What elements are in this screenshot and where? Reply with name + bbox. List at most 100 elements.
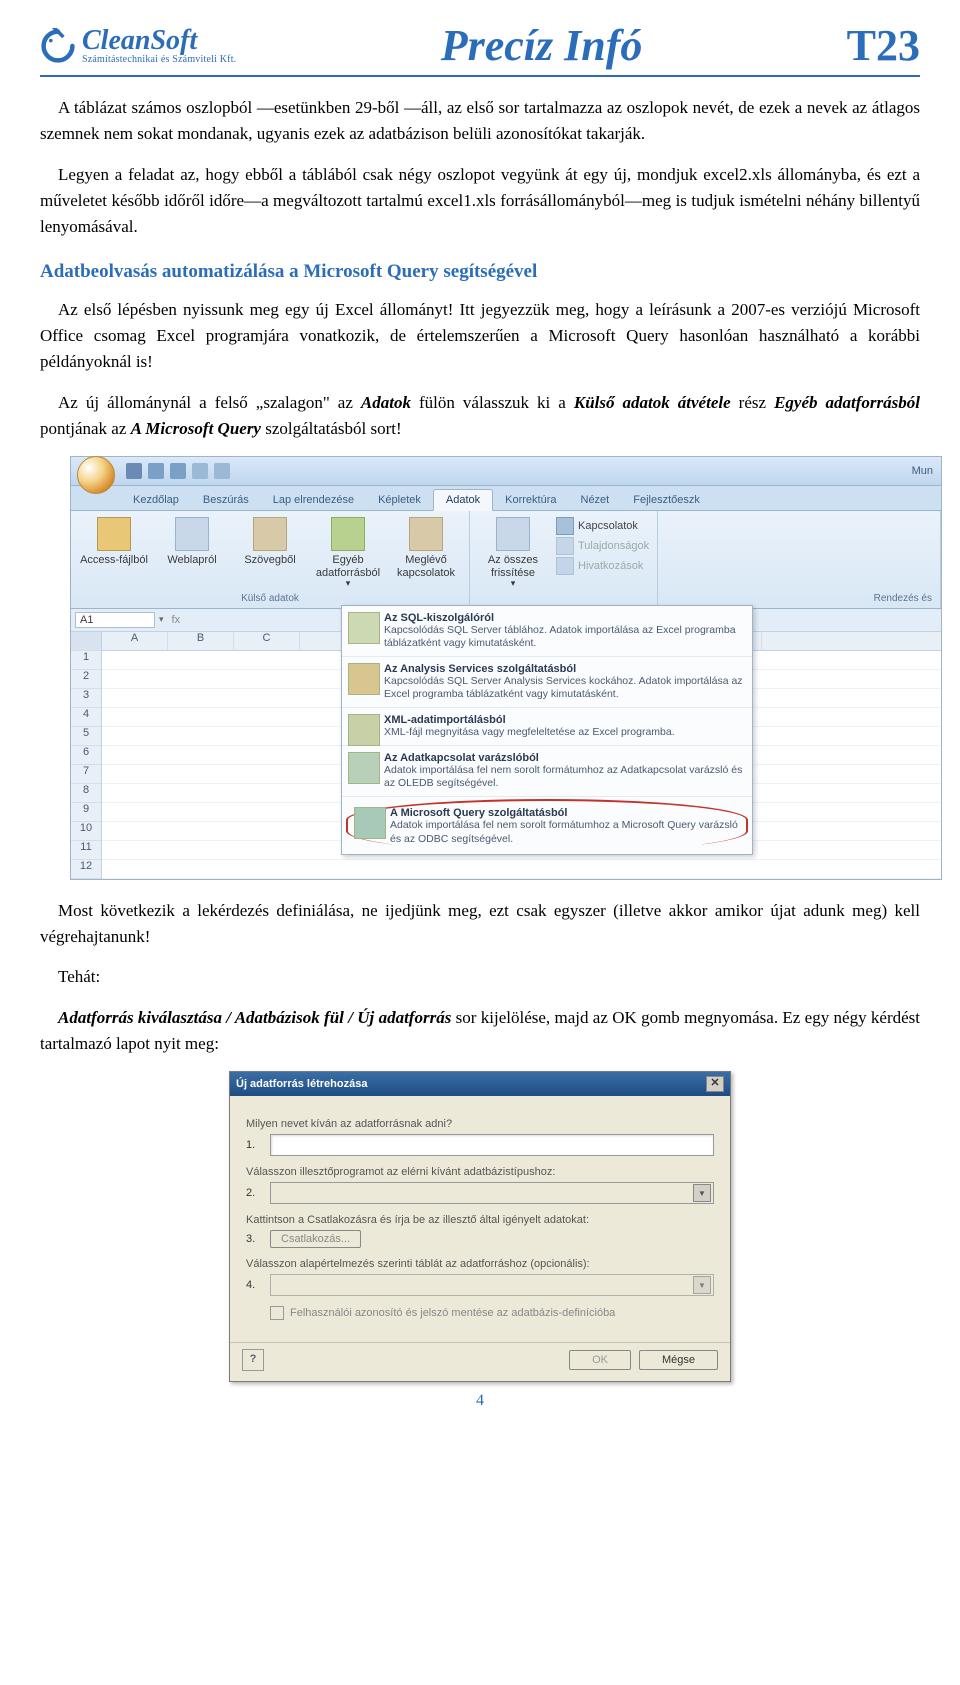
col-header[interactable]: A: [102, 632, 168, 650]
page-header: CleanSoft Számítástechnikai és Számvitel…: [40, 20, 920, 77]
checkbox-icon: [270, 1306, 284, 1320]
close-button[interactable]: ✕: [706, 1076, 724, 1092]
question-2: Válasszon illesztőprogramot az elérni kí…: [246, 1166, 714, 1178]
btn-szovegbol[interactable]: Szövegből: [235, 517, 305, 588]
ok-button[interactable]: OK: [569, 1350, 631, 1370]
btn-az-osszes-frissitese[interactable]: Az összes frissítése▾: [478, 517, 548, 603]
name-box[interactable]: A1: [75, 612, 155, 628]
row-header[interactable]: 1: [71, 651, 101, 670]
dropdown-icon[interactable]: ▾: [159, 614, 164, 625]
tab-fejlesztoeszk[interactable]: Fejlesztőeszk: [621, 490, 712, 510]
ribbon-tabbar: Kezdőlap Beszúrás Lap elrendezése Képlet…: [71, 486, 941, 511]
datasource-icon: [348, 612, 380, 644]
save-credentials-checkbox[interactable]: Felhasználói azonosító és jelszó mentése…: [270, 1306, 714, 1320]
btn-meglevo-kapcsolatok[interactable]: Meglévő kapcsolatok: [391, 517, 461, 588]
tab-adatok[interactable]: Adatok: [433, 489, 493, 511]
row-header[interactable]: 12: [71, 860, 101, 879]
step-number: 1.: [246, 1139, 260, 1151]
step-number: 3.: [246, 1233, 260, 1245]
col-header[interactable]: B: [168, 632, 234, 650]
ribbon: Access-fájlból Weblapról Szövegből Egyéb…: [71, 511, 941, 608]
row-header[interactable]: 7: [71, 765, 101, 784]
tab-beszuras[interactable]: Beszúrás: [191, 490, 261, 510]
qat-icon[interactable]: [192, 463, 208, 479]
ribbon-group-kulso-adatok: Access-fájlból Weblapról Szövegből Egyéb…: [71, 511, 470, 607]
chevron-down-icon: ▼: [693, 1276, 711, 1294]
chevron-down-icon: ▼: [693, 1184, 711, 1202]
col-header[interactable]: C: [234, 632, 300, 650]
paragraph: Az első lépésben nyissunk meg egy új Exc…: [40, 297, 920, 376]
dd-item-ms-query[interactable]: A Microsoft Query szolgáltatásból Adatok…: [346, 799, 748, 851]
egyeb-adatforras-dropdown: Az SQL-kiszolgálóról Kapcsolódás SQL Ser…: [341, 605, 753, 855]
paragraph: Most következik a lekérdezés definiálása…: [40, 898, 920, 951]
datasource-icon: [348, 714, 380, 746]
row-header[interactable]: 5: [71, 727, 101, 746]
row-header[interactable]: 10: [71, 822, 101, 841]
datasource-icon: [348, 752, 380, 784]
section-heading: Adatbeolvasás automatizálása a Microsoft…: [40, 261, 920, 283]
btn-tulajdonsagok[interactable]: Tulajdonságok: [556, 537, 649, 555]
window-title-frag: Mun: [912, 465, 941, 477]
brand-subtitle: Számítástechnikai és Számviteli Kft.: [82, 55, 236, 65]
brand-name: CleanSoft: [82, 27, 236, 55]
chevron-down-icon: ▾: [511, 579, 516, 589]
question-3: Kattintson a Csatlakozásra és írja be az…: [246, 1214, 714, 1226]
page-number: 4: [40, 1392, 920, 1410]
btn-access-fajlbol[interactable]: Access-fájlból: [79, 517, 149, 588]
driver-select[interactable]: ▼: [270, 1182, 714, 1204]
group-label: Rendezés és: [666, 593, 932, 604]
tab-kepletek[interactable]: Képletek: [366, 490, 433, 510]
btn-hivatkozasok[interactable]: Hivatkozások: [556, 557, 649, 575]
paragraph: Az új állománynál a felső „szalagon" az …: [40, 390, 920, 443]
new-datasource-dialog: Új adatforrás létrehozása ✕ Milyen nevet…: [229, 1071, 731, 1382]
question-4: Válasszon alapértelmezés szerinti táblát…: [246, 1258, 714, 1270]
row-header[interactable]: 9: [71, 803, 101, 822]
dialog-title-text: Új adatforrás létrehozása: [236, 1078, 367, 1090]
chevron-down-icon: ▾: [346, 579, 351, 589]
qat-save-icon[interactable]: [126, 463, 142, 479]
btn-weblaprol[interactable]: Weblapról: [157, 517, 227, 588]
row-header[interactable]: 3: [71, 689, 101, 708]
paragraph: Tehát:: [40, 964, 920, 990]
document-title: Precíz Infó: [441, 20, 643, 71]
question-1: Milyen nevet kíván az adatforrásnak adni…: [246, 1118, 714, 1130]
fx-icon[interactable]: fx: [172, 614, 181, 626]
dd-item-sql[interactable]: Az SQL-kiszolgálóról Kapcsolódás SQL Ser…: [342, 606, 752, 657]
brand-logo: CleanSoft Számítástechnikai és Számvitel…: [40, 27, 236, 65]
dd-item-adatkapcsolat[interactable]: Az Adatkapcsolat varázslóból Adatok impo…: [342, 746, 752, 797]
group-label: Külső adatok: [79, 593, 461, 604]
connect-button[interactable]: Csatlakozás...: [270, 1230, 361, 1248]
datasource-name-input[interactable]: [270, 1134, 714, 1156]
row-header[interactable]: 11: [71, 841, 101, 860]
row-header[interactable]: 2: [71, 670, 101, 689]
ribbon-group-kapcsolatok: Az összes frissítése▾ Kapcsolatok Tulajd…: [470, 511, 658, 607]
document-code: T23: [847, 20, 920, 71]
tab-korrektura[interactable]: Korrektúra: [493, 490, 568, 510]
tab-lap-elrendezese[interactable]: Lap elrendezése: [261, 490, 366, 510]
btn-egyeb-adatforrasbol[interactable]: Egyéb adatforrásból▾: [313, 517, 383, 588]
cleansoft-icon: [40, 28, 76, 64]
datasource-icon: [348, 663, 380, 695]
qat-redo-icon[interactable]: [170, 463, 186, 479]
paragraph: Legyen a feladat az, hogy ebből a tábláb…: [40, 162, 920, 241]
dialog-titlebar: Új adatforrás létrehozása ✕: [230, 1072, 730, 1096]
step-number: 4.: [246, 1279, 260, 1291]
select-all-corner[interactable]: [71, 632, 101, 651]
datasource-icon: [354, 807, 386, 839]
btn-kapcsolatok[interactable]: Kapcsolatok: [556, 517, 649, 535]
dd-item-analysis[interactable]: Az Analysis Services szolgáltatásból Kap…: [342, 657, 752, 708]
step-number: 2.: [246, 1187, 260, 1199]
qat-icon[interactable]: [214, 463, 230, 479]
cancel-button[interactable]: Mégse: [639, 1350, 718, 1370]
qat-undo-icon[interactable]: [148, 463, 164, 479]
row-header[interactable]: 6: [71, 746, 101, 765]
row-header[interactable]: 8: [71, 784, 101, 803]
ribbon-group-rendezes: Rendezés és: [658, 511, 941, 607]
dd-item-xml[interactable]: XML-adatimportálásból XML-fájl megnyitás…: [342, 708, 752, 746]
row-header[interactable]: 4: [71, 708, 101, 727]
tab-nezet[interactable]: Nézet: [569, 490, 622, 510]
help-button[interactable]: ?: [242, 1349, 264, 1371]
excel-titlebar: Mun: [71, 457, 941, 486]
tab-kezdolap[interactable]: Kezdőlap: [121, 490, 191, 510]
default-table-select[interactable]: ▼: [270, 1274, 714, 1296]
